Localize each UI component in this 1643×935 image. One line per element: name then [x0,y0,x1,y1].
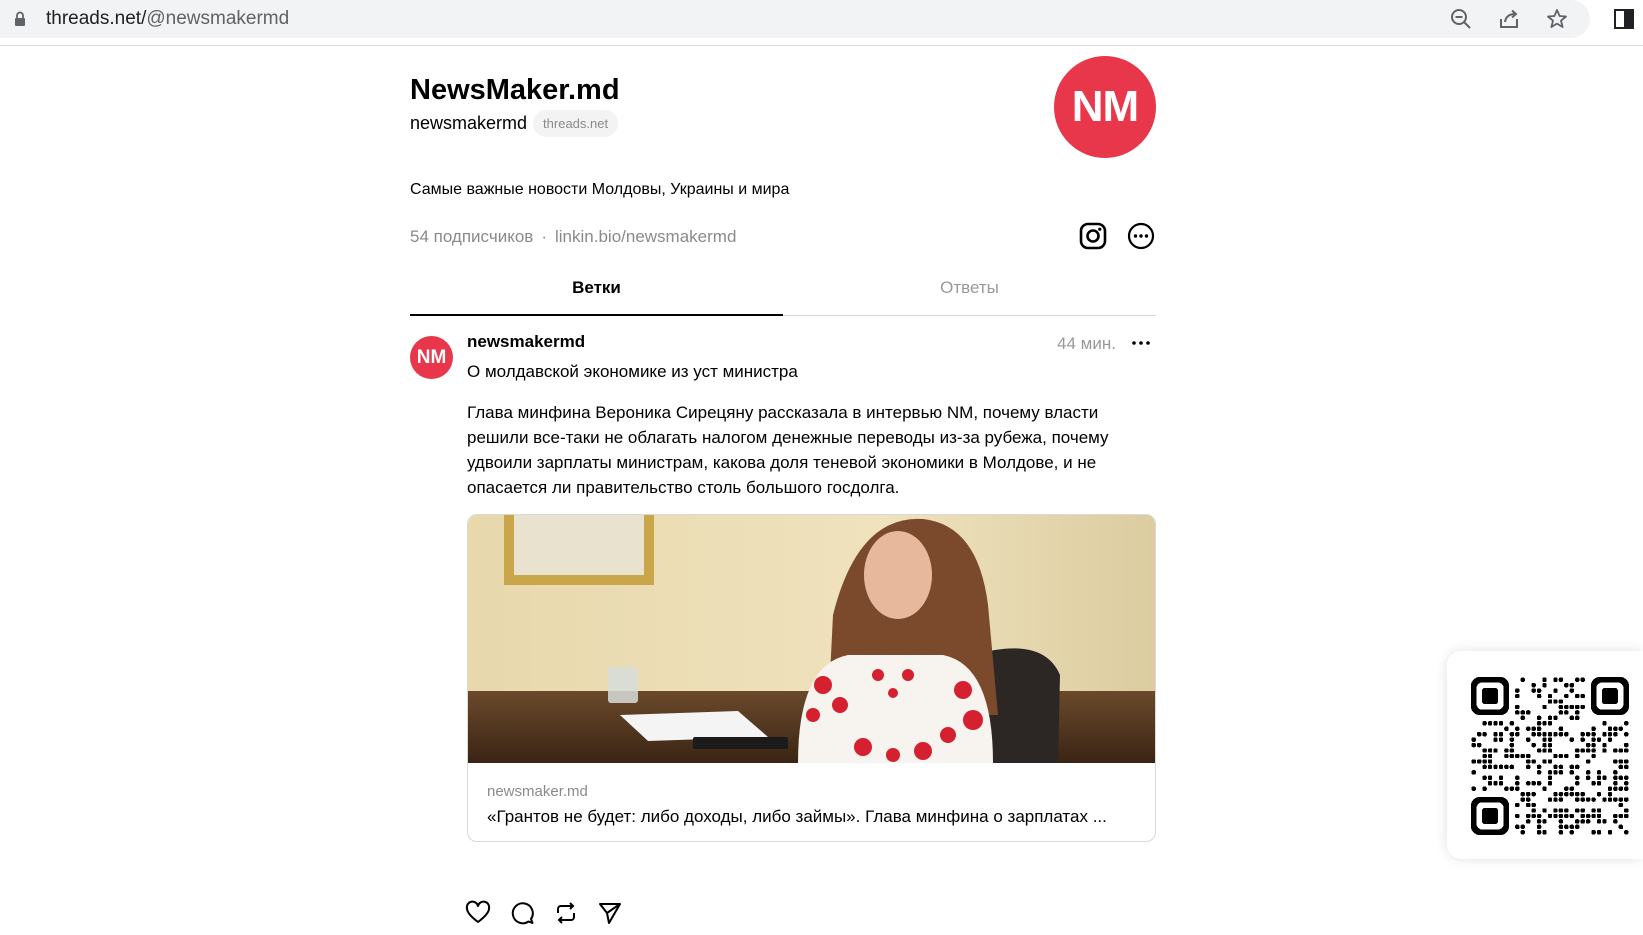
post-username[interactable]: newsmakermd [467,332,585,352]
lock-icon[interactable] [14,11,26,27]
instagram-icon[interactable] [1078,221,1108,251]
profile-link[interactable]: linkin.bio/newsmakermd [555,227,736,247]
card-title: «Грантов не будет: либо доходы, либо зай… [487,807,1107,826]
post-timestamp: 44 мин. [1057,334,1116,353]
share-icon[interactable] [1497,7,1521,31]
side-panel-icon[interactable] [1612,7,1636,31]
profile-page: NewsMaker.md newsmakermd threads.net NM … [0,46,1643,935]
tab-threads[interactable]: Ветки [410,268,783,316]
url-path: @newsmakermd [146,8,290,29]
more-options-icon[interactable] [1126,221,1156,251]
followers-count[interactable]: 54 подписчиков [410,227,533,247]
star-icon[interactable] [1545,7,1569,31]
profile-avatar[interactable]: NM [1054,56,1156,158]
profile-name: NewsMaker.md [410,74,620,106]
domain-badge[interactable]: threads.net [533,110,619,137]
tab-replies[interactable]: Ответы [783,268,1156,315]
article-photo [468,515,1155,763]
zoom-icon[interactable] [1449,7,1473,31]
repost-icon[interactable] [553,900,579,926]
profile-handle: newsmakermd [410,113,528,133]
profile-meta: 54 подписчиков · linkin.bio/newsmakermd [410,227,736,247]
handle-row: newsmakermd threads.net [410,110,619,137]
profile-tabs: Ветки Ответы [410,268,1156,316]
comment-icon[interactable] [509,900,535,926]
meta-separator: · [541,227,547,246]
qr-code-card [1447,651,1643,859]
post-title: О молдавской экономике из уст министра [467,362,798,381]
address-bar[interactable]: threads.net/@newsmakermd [0,0,1590,38]
post-avatar[interactable]: NM [410,336,453,379]
heart-icon[interactable] [465,900,491,926]
send-icon[interactable] [597,900,623,926]
qr-code [1471,677,1629,835]
url-text[interactable]: threads.net/@newsmakermd [46,8,289,30]
post-body: Глава минфина Вероника Сирецяну рассказа… [467,403,1109,497]
browser-toolbar: threads.net/@newsmakermd [0,0,1643,46]
link-preview-card[interactable]: newsmaker.md «Грантов не будет: либо дох… [467,514,1156,842]
post-more-icon[interactable] [1130,332,1152,354]
url-host: threads.net/ [46,8,147,29]
profile-bio: Самые важные новости Молдовы, Украины и … [410,181,790,198]
card-domain: newsmaker.md [487,783,588,800]
post-actions [465,900,623,926]
